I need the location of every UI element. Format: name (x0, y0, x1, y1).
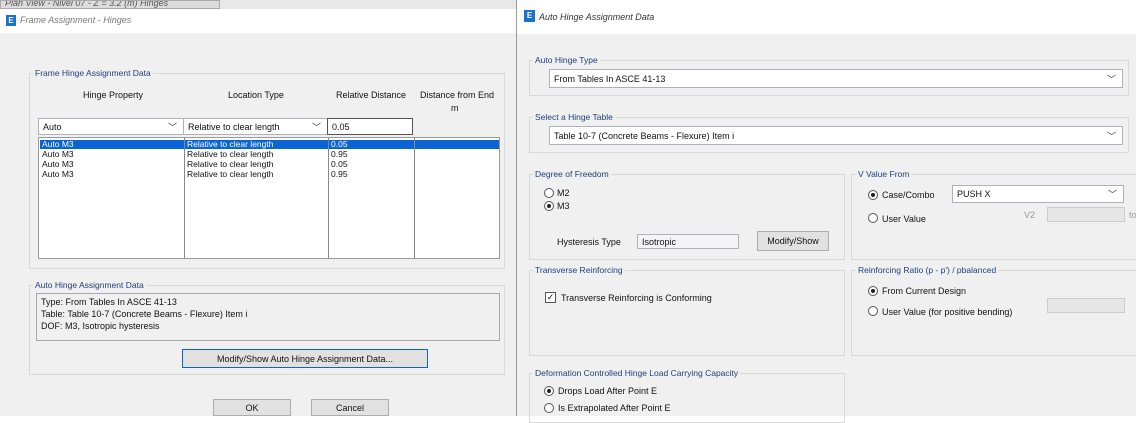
drops-load-radio[interactable] (544, 386, 554, 396)
auto-hinge-type-value: From Tables In ASCE 41-13 (554, 73, 666, 84)
v2-label: V2 (1024, 210, 1036, 220)
v-value-title: V Value From (856, 169, 912, 179)
row-property: Auto M3 (42, 149, 74, 159)
header-unit: m (451, 103, 459, 113)
right-dialog: E Auto Hinge Assignment Data Auto Hinge … (516, 0, 1136, 423)
drops-load-label: Drops Load After Point E (558, 386, 658, 396)
reinforcing-ratio-title: Reinforcing Ratio (p - p') / pbalanced (856, 265, 999, 275)
chevron-down-icon: ﹀ (311, 122, 321, 132)
hinge-table-title: Select a Hinge Table (533, 112, 615, 122)
location-type-value: Relative to clear length (188, 121, 280, 132)
behind-window-tab[interactable]: Plan View - Nivel 07 - Z = 3.2 (m) Hinge… (0, 0, 220, 9)
header-relative-distance: Relative Distance (336, 90, 407, 100)
transverse-checkbox-label: Transverse Reinforcing is Conforming (561, 293, 712, 303)
tab-strip (220, 0, 516, 9)
m2-label: M2 (557, 188, 570, 198)
right-dialog-title: Auto Hinge Assignment Data (539, 12, 655, 22)
user-value-label: User Value (882, 214, 926, 224)
extrapolated-radio[interactable] (544, 403, 554, 413)
summary-type: Type: From Tables In ASCE 41-13 (41, 297, 177, 307)
left-dialog: Plan View - Nivel 07 - Z = 3.2 (m) Hinge… (0, 0, 516, 416)
m2-radio[interactable] (544, 188, 554, 198)
row-location: Relative to clear length (187, 149, 274, 159)
deformation-title: Deformation Controlled Hinge Load Carryi… (533, 368, 741, 378)
etabs-logo-icon: E (524, 10, 535, 22)
case-combo-value: PUSH X (957, 189, 991, 199)
hinge-table-combo[interactable]: Table 10-7 (Concrete Beams - Flexure) It… (549, 126, 1123, 145)
header-location-type: Location Type (228, 90, 284, 100)
location-type-combo[interactable]: Relative to clear length ﹀ (183, 118, 328, 135)
hysteresis-type-value: Isotropic (642, 236, 677, 247)
modify-show-auto-hinge-button[interactable]: Modify/Show Auto Hinge Assignment Data..… (182, 349, 428, 368)
case-combo-label: Case/Combo (882, 190, 935, 200)
hysteresis-type-field: Isotropic (637, 234, 739, 249)
row-property: Auto M3 (40, 140, 184, 149)
left-title-bar: E Frame Assignment - Hinges (0, 9, 516, 33)
hysteresis-type-label: Hysteresis Type (557, 237, 621, 247)
row-distance: 0.95 (331, 149, 348, 159)
v2-input[interactable] (1047, 207, 1125, 222)
relative-distance-value: 0.05 (332, 121, 350, 132)
chevron-down-icon: ﹀ (1106, 74, 1116, 84)
relative-distance-input[interactable]: 0.05 (327, 118, 413, 135)
row-location: Relative to clear length (187, 169, 274, 179)
modify-show-hysteresis-button[interactable]: Modify/Show (757, 231, 829, 251)
header-hinge-property: Hinge Property (83, 90, 144, 100)
ratio-input[interactable] (1047, 298, 1125, 313)
row-distance-end (415, 140, 499, 149)
transverse-group (529, 270, 845, 356)
behind-tab-label: Plan View - Nivel 07 - Z = 3.2 (m) Hinge… (5, 0, 169, 8)
extrapolated-label: Is Extrapolated After Point E (558, 403, 671, 413)
row-distance: 0.95 (331, 169, 348, 179)
header-distance-from-end: Distance from End (420, 90, 495, 100)
auto-hinge-type-title: Auto Hinge Type (533, 55, 600, 65)
transverse-title: Transverse Reinforcing (533, 265, 625, 275)
chevron-down-icon: ﹀ (1106, 131, 1116, 141)
m3-radio[interactable] (544, 201, 554, 211)
hinge-property-value: Auto (43, 121, 62, 132)
row-distance: 0.05 (331, 159, 348, 169)
col-divider (414, 138, 415, 258)
chevron-down-icon: ﹀ (1107, 189, 1117, 200)
transverse-checkbox[interactable]: ✓ (545, 292, 556, 303)
user-value-bending-label: User Value (for positive bending) (882, 307, 1013, 317)
row-property: Auto M3 (42, 169, 74, 179)
auto-hinge-summary-title: Auto Hinge Assignment Data (33, 280, 146, 290)
dof-title: Degree of Freedom (533, 169, 611, 179)
left-dialog-title: Frame Assignment - Hinges (20, 15, 132, 25)
summary-table: Table: Table 10-7 (Concrete Beams - Flex… (41, 309, 248, 319)
right-title-bar: E Auto Hinge Assignment Data (517, 0, 1136, 34)
row-property: Auto M3 (42, 159, 74, 169)
hinge-table[interactable]: Auto M3 Relative to clear length 0.05 Au… (38, 137, 500, 259)
row-location: Relative to clear length (185, 140, 328, 149)
hinge-property-combo[interactable]: Auto ﹀ (38, 118, 184, 135)
row-distance: 0.05 (329, 140, 414, 149)
auto-hinge-type-combo[interactable]: From Tables In ASCE 41-13 ﹀ (549, 69, 1123, 88)
auto-hinge-summary-box: Type: From Tables In ASCE 41-13 Table: T… (36, 293, 500, 341)
user-value-radio[interactable] (868, 213, 878, 223)
case-combo-radio[interactable] (868, 190, 878, 200)
m3-label: M3 (557, 201, 570, 211)
row-location: Relative to clear length (187, 159, 274, 169)
cancel-button[interactable]: Cancel (311, 399, 389, 416)
etabs-logo-icon: E (6, 15, 16, 26)
ok-button[interactable]: OK (213, 399, 291, 416)
user-value-bending-radio[interactable] (868, 306, 878, 316)
chevron-down-icon: ﹀ (167, 122, 177, 132)
v2-trailing-label: to (1129, 210, 1136, 220)
from-design-radio[interactable] (868, 286, 878, 296)
hinge-table-value: Table 10-7 (Concrete Beams - Flexure) It… (554, 130, 735, 141)
frame-hinge-group-title: Frame Hinge Assignment Data (33, 68, 153, 78)
from-design-label: From Current Design (882, 286, 967, 296)
summary-dof: DOF: M3, Isotropic hysteresis (41, 321, 160, 331)
case-combo-select[interactable]: PUSH X ﹀ (952, 185, 1124, 203)
